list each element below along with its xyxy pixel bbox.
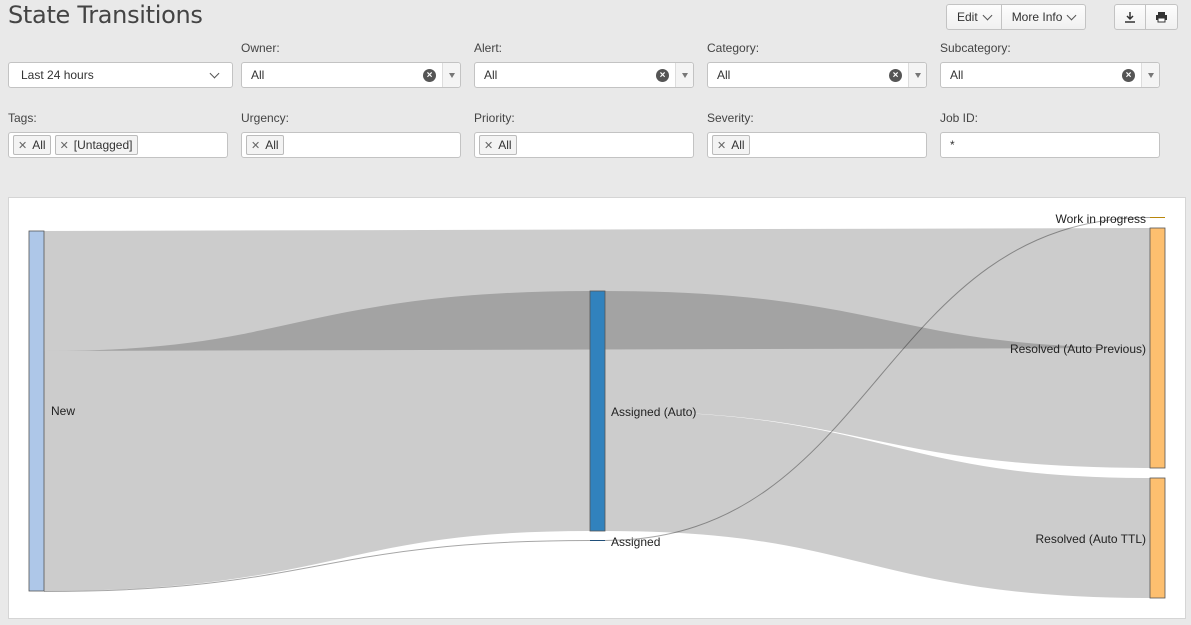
sankey-label-assigned_auto: Assigned (Auto) xyxy=(611,405,696,419)
job-id-label: Job ID: xyxy=(940,111,979,125)
alert-select[interactable]: All × xyxy=(474,62,694,88)
sankey-label-work_in_progress: Work in progress xyxy=(1056,212,1146,226)
job-id-input[interactable]: * xyxy=(940,132,1160,158)
chevron-down-icon xyxy=(209,68,220,78)
alert-label: Alert: xyxy=(474,41,503,55)
time-range-picker[interactable]: Last 24 hours xyxy=(8,62,233,88)
sankey-panel: New Assigned (Auto) Assigned Work in progre… xyxy=(8,197,1186,619)
sankey-link-new-resolved_auto_previous[interactable] xyxy=(43,228,1151,351)
more-info-label: More Info xyxy=(1011,10,1063,24)
sankey-label-new: New xyxy=(51,404,75,418)
dropdown-arrow-icon[interactable] xyxy=(675,63,693,87)
more-info-button[interactable]: More Info xyxy=(1001,4,1087,30)
tags-multiselect[interactable]: ✕ All ✕ [Untagged] xyxy=(8,132,228,158)
token-label: [Untagged] xyxy=(73,138,133,152)
print-icon xyxy=(1156,12,1167,23)
urgency-label: Urgency: xyxy=(241,111,290,125)
sankey-node-new[interactable] xyxy=(28,230,45,592)
edit-label: Edit xyxy=(957,10,978,24)
page-title: State Transitions xyxy=(8,1,203,29)
priority-multiselect[interactable]: ✕ All xyxy=(474,132,694,158)
tags-field: Tags: xyxy=(8,111,37,127)
severity-field: Severity: xyxy=(707,111,754,127)
urgency-field: Urgency: xyxy=(241,111,289,127)
subcategory-value: All xyxy=(950,68,964,82)
alert-field: Alert: xyxy=(474,41,502,57)
token-label: All xyxy=(265,138,279,152)
edit-button[interactable]: Edit xyxy=(946,4,1002,30)
token[interactable]: ✕ All xyxy=(13,135,51,155)
tags-label: Tags: xyxy=(8,111,37,125)
chevron-down-icon xyxy=(982,10,993,20)
sankey-node-work_in_progress[interactable] xyxy=(1150,217,1165,218)
severity-multiselect[interactable]: ✕ All xyxy=(707,132,927,158)
token[interactable]: ✕ All xyxy=(479,135,517,155)
clear-icon[interactable]: × xyxy=(1122,68,1135,82)
clear-icon[interactable]: × xyxy=(656,68,669,82)
download-button[interactable] xyxy=(1114,4,1146,30)
alert-value: All xyxy=(484,68,498,82)
sankey-label-assigned: Assigned xyxy=(611,535,660,549)
sankey-chart: New Assigned (Auto) Assigned Work in progre… xyxy=(28,212,1166,599)
token-label: All xyxy=(498,138,512,152)
token-label: All xyxy=(731,138,745,152)
subcategory-select[interactable]: All × xyxy=(940,62,1160,88)
dropdown-arrow-icon[interactable] xyxy=(442,63,460,87)
subcategory-field: Subcategory: xyxy=(940,41,1011,57)
urgency-multiselect[interactable]: ✕ All xyxy=(241,132,461,158)
category-label: Category: xyxy=(707,41,760,55)
subcategory-label: Subcategory: xyxy=(940,41,1011,55)
job-id-field: Job ID: xyxy=(940,111,978,127)
download-icon xyxy=(1125,12,1135,23)
sankey-node-resolved_auto_previous[interactable] xyxy=(1149,227,1166,469)
chevron-down-icon xyxy=(1066,10,1077,20)
category-field: Category: xyxy=(707,41,759,57)
remove-icon[interactable]: ✕ xyxy=(251,139,260,152)
owner-field: Owner: xyxy=(241,41,280,57)
category-select[interactable]: All × xyxy=(707,62,927,88)
sankey-node-assigned_auto[interactable] xyxy=(589,290,606,532)
clear-icon[interactable]: × xyxy=(889,68,902,82)
sankey-node-assigned[interactable] xyxy=(590,540,605,541)
token[interactable]: ✕ All xyxy=(246,135,284,155)
sankey-link-assigned_auto-resolved_auto_ttl[interactable] xyxy=(604,411,1151,598)
owner-label: Owner: xyxy=(241,41,280,55)
token[interactable]: ✕ All xyxy=(712,135,750,155)
time-range-value: Last 24 hours xyxy=(21,68,94,82)
owner-value: All xyxy=(251,68,265,82)
export-group xyxy=(1114,4,1178,30)
owner-select[interactable]: All × xyxy=(241,62,461,88)
priority-field: Priority: xyxy=(474,111,515,127)
dropdown-arrow-icon[interactable] xyxy=(1141,63,1159,87)
sankey-link-new-assigned_auto[interactable] xyxy=(43,291,591,591)
category-value: All xyxy=(717,68,731,82)
dropdown-arrow-icon[interactable] xyxy=(908,63,926,87)
clear-icon[interactable]: × xyxy=(423,68,436,82)
sankey-node-resolved_auto_ttl[interactable] xyxy=(1149,477,1166,599)
remove-icon[interactable]: ✕ xyxy=(484,139,493,152)
sankey-label-resolved_auto_ttl: Resolved (Auto TTL) xyxy=(1036,532,1147,546)
remove-icon[interactable]: ✕ xyxy=(18,139,27,152)
remove-icon[interactable]: ✕ xyxy=(717,139,726,152)
job-id-value: * xyxy=(950,138,955,152)
priority-label: Priority: xyxy=(474,111,515,125)
print-button[interactable] xyxy=(1146,4,1178,30)
edit-more-group: Edit More Info xyxy=(946,4,1087,30)
sankey-label-resolved_auto_previous: Resolved (Auto Previous) xyxy=(1010,342,1146,356)
token[interactable]: ✕ [Untagged] xyxy=(54,135,138,155)
severity-label: Severity: xyxy=(707,111,754,125)
token-label: All xyxy=(32,138,46,152)
remove-icon[interactable]: ✕ xyxy=(60,139,69,152)
